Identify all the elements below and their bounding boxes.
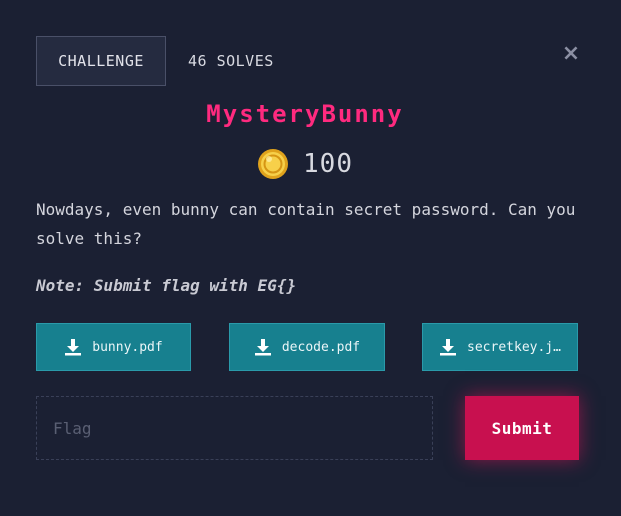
download-icon xyxy=(440,339,457,356)
file-name: bunny.pdf xyxy=(92,339,163,355)
file-download-button[interactable]: bunny.pdf xyxy=(36,323,191,371)
file-name: secretkey.j… xyxy=(467,339,561,355)
tab-challenge[interactable]: CHALLENGE xyxy=(36,36,166,86)
coin-icon xyxy=(258,149,289,179)
file-download-button[interactable]: decode.pdf xyxy=(229,323,385,371)
tab-solves[interactable]: 46 SOLVES xyxy=(188,52,274,70)
submit-button[interactable]: Submit xyxy=(465,396,579,460)
points-value: 100 xyxy=(303,149,353,179)
challenge-note: Note: Submit flag with EG{} xyxy=(36,276,297,295)
challenge-description: Nowdays, even bunny can contain secret p… xyxy=(36,200,576,248)
challenge-modal: CHALLENGE 46 SOLVES × MysteryBunny 100 N… xyxy=(0,0,621,516)
close-icon[interactable]: × xyxy=(560,40,582,66)
flag-input[interactable] xyxy=(36,396,433,460)
file-downloads: bunny.pdf decode.pdf secretkey.j… xyxy=(36,323,578,371)
download-icon xyxy=(254,339,271,356)
challenge-points: 100 xyxy=(0,148,610,180)
challenge-title: MysteryBunny xyxy=(206,100,404,128)
file-download-button[interactable]: secretkey.j… xyxy=(422,323,578,371)
download-icon xyxy=(65,339,82,356)
file-name: decode.pdf xyxy=(281,339,361,355)
modal-tabs: CHALLENGE 46 SOLVES xyxy=(36,36,274,86)
